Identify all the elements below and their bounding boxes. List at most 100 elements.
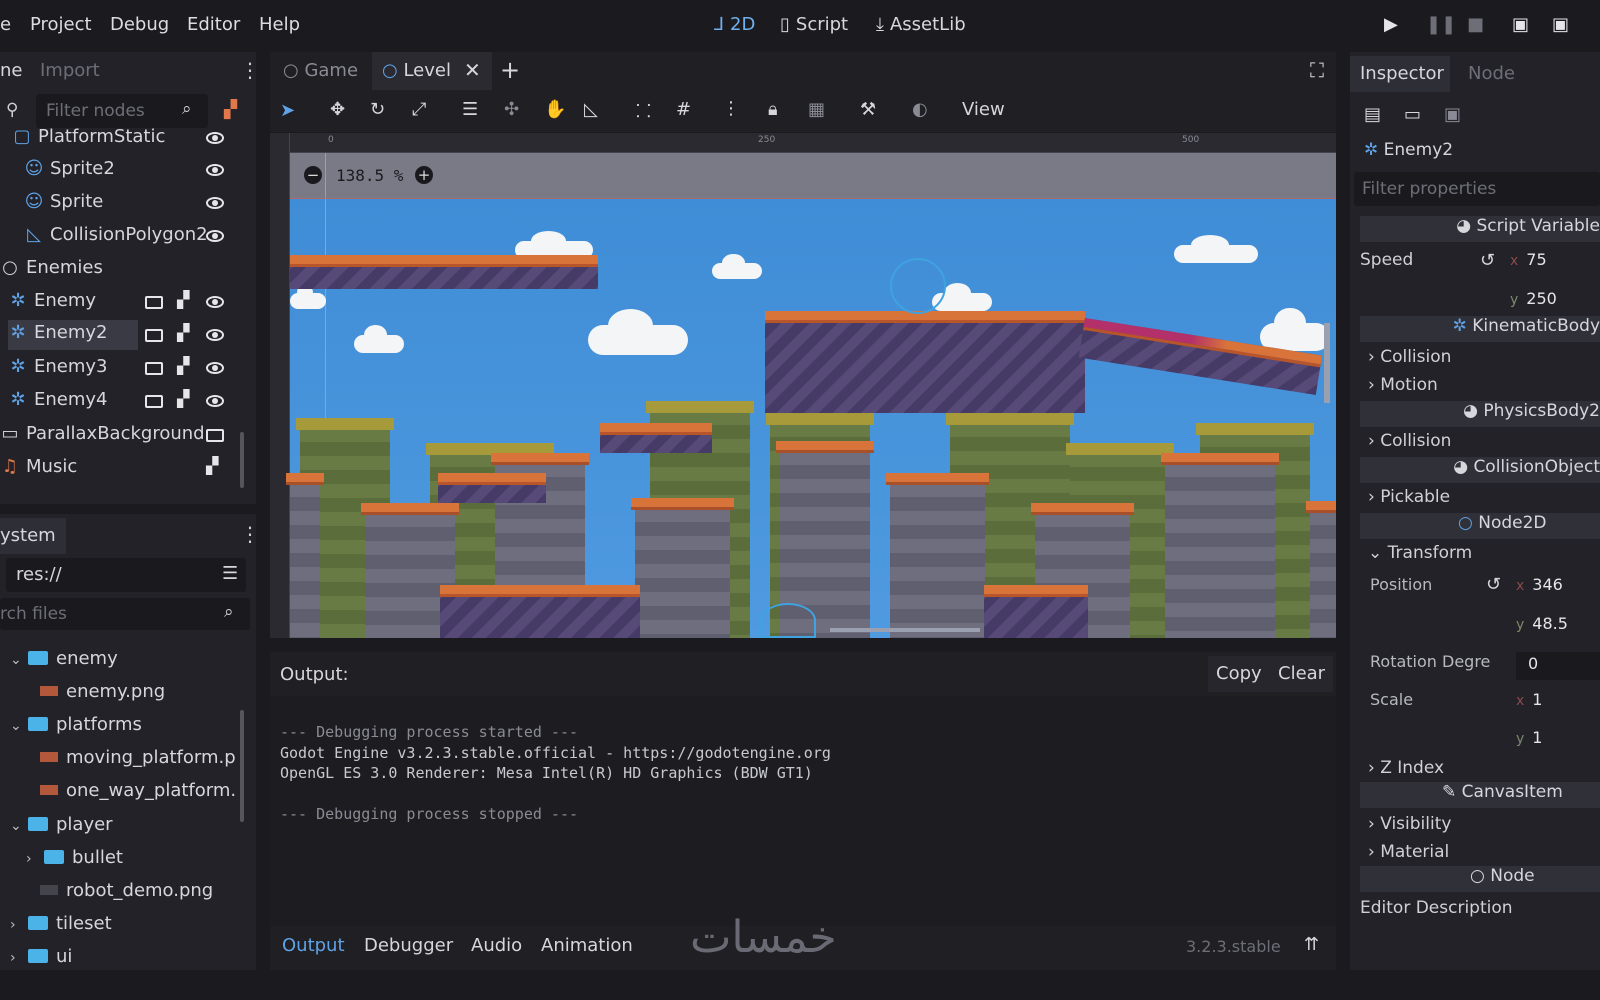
smart-snap-icon[interactable]: ⸬ bbox=[636, 99, 651, 123]
file-item-tileset[interactable]: › tileset bbox=[10, 913, 112, 943]
grid-snap-icon[interactable]: # bbox=[676, 99, 691, 120]
pickable-group[interactable]: › Pickable bbox=[1368, 487, 1450, 507]
file-item-ui[interactable]: › ui bbox=[10, 946, 72, 968]
stop-icon[interactable]: ■ bbox=[1467, 14, 1484, 35]
menu-project[interactable]: Project bbox=[30, 14, 92, 35]
visibility-eye-icon[interactable] bbox=[206, 197, 224, 209]
file-item-bullet[interactable]: › bullet bbox=[26, 847, 123, 877]
visibility-eye-icon[interactable] bbox=[206, 362, 224, 374]
filter-nodes-input[interactable]: Filter nodes ⌕ bbox=[36, 94, 208, 128]
tab-scene[interactable]: ne bbox=[0, 60, 22, 81]
tab-import[interactable]: Import bbox=[40, 60, 100, 81]
pan-tool-icon[interactable]: ✋ bbox=[544, 99, 566, 120]
z-index-group[interactable]: › Z Index bbox=[1368, 758, 1444, 778]
tab-filesystem[interactable]: ystem bbox=[0, 518, 66, 554]
visibility-eye-icon[interactable] bbox=[206, 230, 224, 242]
search-files-input[interactable]: rch files ⌕ bbox=[0, 598, 250, 630]
node-row-collisionpolygon2[interactable]: ◺ CollisionPolygon2 bbox=[24, 224, 207, 254]
motion-group[interactable]: › Motion bbox=[1368, 375, 1438, 395]
pause-icon[interactable]: ❚❚ bbox=[1426, 14, 1456, 35]
fullscreen-icon[interactable]: ⛶ bbox=[1310, 58, 1324, 82]
menu-editor[interactable]: Editor bbox=[187, 14, 240, 35]
collision-group[interactable]: › Collision bbox=[1368, 347, 1451, 367]
node-row-sprite2[interactable]: ☺ Sprite2 bbox=[24, 158, 115, 188]
node-row-platformstatic[interactable]: ▢ PlatformStatic bbox=[12, 126, 165, 156]
player-robot-marker[interactable] bbox=[760, 603, 816, 638]
save-icon[interactable]: ▣ bbox=[1444, 104, 1461, 125]
canvas-scrollbar[interactable] bbox=[1324, 323, 1330, 403]
workspace-assetlib-button[interactable]: ⤓ AssetLib bbox=[876, 14, 966, 35]
file-item-enemy-png[interactable]: enemy.png bbox=[40, 681, 165, 711]
split-view-icon[interactable]: ☰ bbox=[222, 563, 238, 584]
pin-panel-icon[interactable]: ⇈ bbox=[1304, 934, 1319, 955]
section-canvasitem[interactable]: ✎ CanvasItem bbox=[1360, 782, 1600, 808]
group-icon[interactable]: ▦ bbox=[808, 99, 825, 120]
scale-tool-icon[interactable]: ⤢ bbox=[412, 99, 426, 120]
canvas-viewport[interactable]: 0 250 500 − 138.5 % + bbox=[270, 133, 1336, 638]
attach-script-icon[interactable]: ▞ bbox=[224, 100, 237, 120]
node-row-sprite[interactable]: ☺ Sprite bbox=[24, 191, 104, 221]
workspace-script-button[interactable]: ▯ Script bbox=[780, 14, 848, 35]
tab-inspector[interactable]: Inspector bbox=[1350, 56, 1450, 92]
camera-override-icon[interactable]: ◐ bbox=[912, 99, 928, 120]
bottom-tab-animation[interactable]: Animation bbox=[541, 935, 633, 956]
add-tab-icon[interactable]: + bbox=[500, 56, 520, 84]
more-options-icon[interactable]: ⋮ bbox=[722, 98, 740, 119]
instance-scene-icon[interactable] bbox=[145, 296, 163, 309]
scene-dock-menu-icon[interactable]: ⋮ bbox=[240, 60, 260, 80]
rotation-field[interactable]: 0 bbox=[1516, 652, 1600, 680]
visibility-eye-icon[interactable] bbox=[206, 296, 224, 308]
script-icon[interactable]: ▞ bbox=[177, 389, 189, 408]
zoom-in-icon[interactable]: + bbox=[415, 166, 433, 184]
visibility-group[interactable]: › Visibility bbox=[1368, 814, 1451, 834]
clear-button[interactable]: Clear bbox=[1270, 656, 1334, 692]
file-item-player[interactable]: ⌄ player bbox=[10, 814, 113, 844]
script-icon[interactable]: ▞ bbox=[177, 290, 189, 309]
ruler-tool-icon[interactable]: ◺ bbox=[584, 99, 598, 120]
section-kinematicbody[interactable]: ✲ KinematicBody bbox=[1360, 316, 1600, 342]
tab-game[interactable]: ○ Game bbox=[283, 60, 358, 81]
transform-group[interactable]: ⌄ Transform bbox=[1368, 543, 1472, 563]
section-node2d[interactable]: ○ Node2D bbox=[1360, 513, 1600, 539]
revert-icon[interactable]: ↺ bbox=[1480, 250, 1495, 271]
tab-node[interactable]: Node bbox=[1468, 63, 1515, 84]
node-row-parallaxbackground[interactable]: ▭ ParallaxBackground bbox=[0, 423, 204, 453]
speed-y-field[interactable]: y 250 bbox=[1510, 289, 1557, 308]
node-row-enemy[interactable]: ✲ Enemy bbox=[8, 290, 96, 320]
canvas-hscrollbar[interactable] bbox=[830, 628, 980, 632]
bottom-tab-debugger[interactable]: Debugger bbox=[364, 935, 453, 956]
bone-icon[interactable]: ⚒ bbox=[860, 99, 876, 120]
close-icon[interactable]: ✕ bbox=[464, 58, 481, 82]
material-group[interactable]: › Material bbox=[1368, 842, 1449, 862]
play-custom-scene-icon[interactable]: ▣ bbox=[1552, 14, 1569, 35]
position-y-field[interactable]: y 48.5 bbox=[1516, 614, 1568, 633]
play-icon[interactable]: ▶ bbox=[1384, 14, 1398, 35]
instance-scene-icon[interactable] bbox=[145, 395, 163, 408]
filesystem-scrollbar[interactable] bbox=[240, 710, 244, 822]
instance-scene-icon[interactable] bbox=[145, 329, 163, 342]
section-collisionobject[interactable]: ◕ CollisionObject bbox=[1360, 457, 1600, 483]
selected-enemy-marker[interactable] bbox=[890, 258, 946, 314]
bottom-tab-output[interactable]: Output bbox=[282, 935, 345, 956]
visibility-eye-icon[interactable] bbox=[206, 132, 224, 144]
file-item-platforms[interactable]: ⌄ platforms bbox=[10, 714, 142, 744]
zoom-level[interactable]: 138.5 % bbox=[336, 166, 403, 185]
scale-x-field[interactable]: x1 bbox=[1516, 690, 1542, 709]
visibility-eye-icon[interactable] bbox=[206, 164, 224, 176]
script-icon[interactable]: ▞ bbox=[177, 323, 189, 342]
pivot-tool-icon[interactable]: ✣ bbox=[504, 99, 519, 120]
tab-level[interactable]: ○ Level ✕ bbox=[372, 52, 492, 90]
node-row-enemy2[interactable]: ✲ Enemy2 bbox=[8, 320, 138, 350]
select-tool-icon[interactable]: ➤ bbox=[280, 100, 295, 121]
file-item-robot-demo[interactable]: robot_demo.png bbox=[40, 880, 213, 910]
new-resource-icon[interactable]: ▤ bbox=[1364, 104, 1381, 125]
instance-scene-icon[interactable] bbox=[145, 362, 163, 375]
visibility-eye-icon[interactable] bbox=[206, 395, 224, 407]
zoom-out-icon[interactable]: − bbox=[304, 166, 322, 184]
visibility-eye-icon[interactable] bbox=[206, 329, 224, 341]
collision-group[interactable]: › Collision bbox=[1368, 431, 1451, 451]
file-item-enemy[interactable]: ⌄ enemy bbox=[10, 648, 118, 678]
play-scene-icon[interactable]: ▣ bbox=[1512, 14, 1529, 35]
scale-y-field[interactable]: y1 bbox=[1516, 728, 1542, 747]
section-node[interactable]: ○ Node bbox=[1360, 866, 1600, 892]
